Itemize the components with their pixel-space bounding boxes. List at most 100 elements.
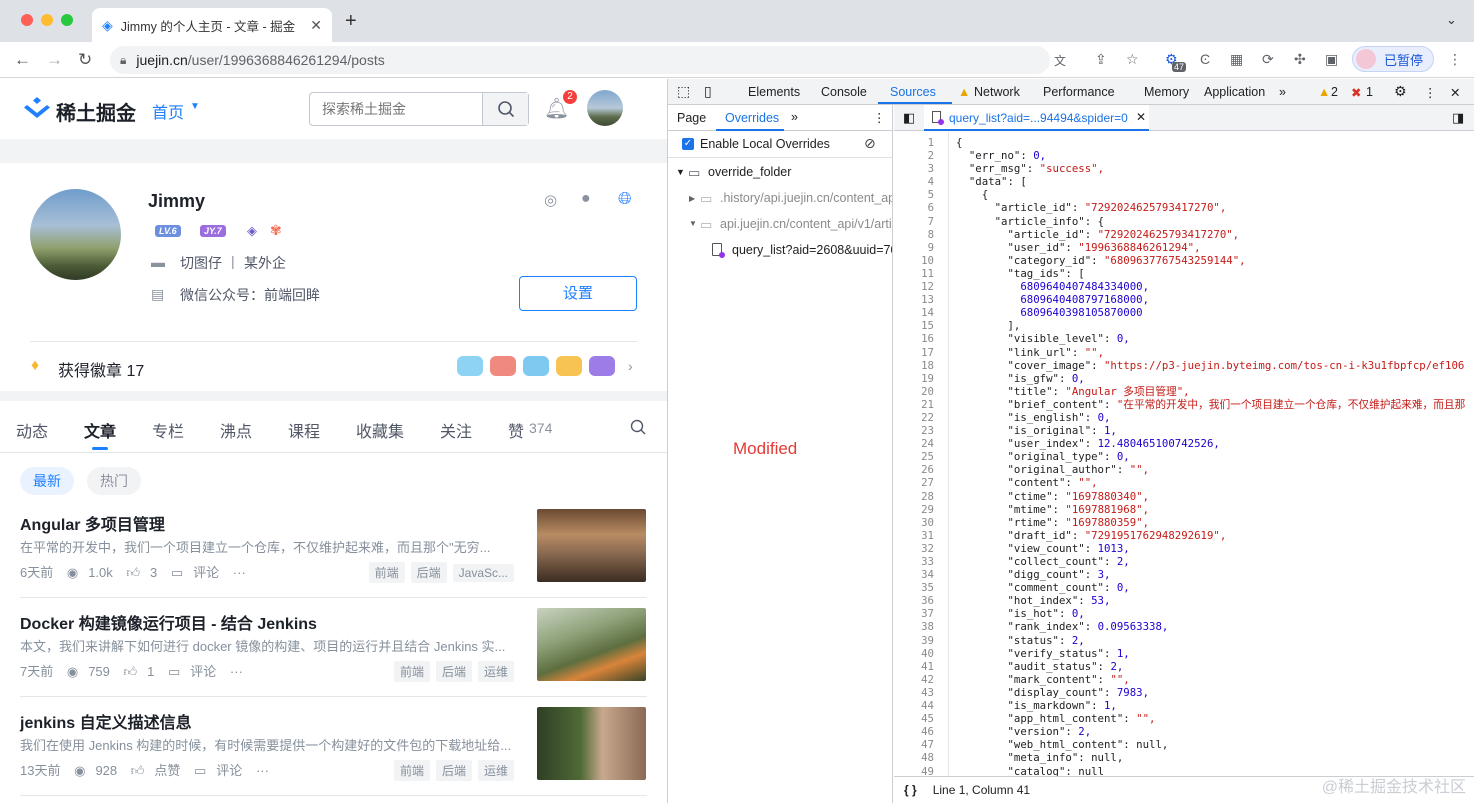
devtools-tab-application[interactable]: Application bbox=[1204, 85, 1265, 99]
article-item[interactable]: Docker 构建镜像运行项目 - 结合 Jenkins 本文，我们来讲解下如何… bbox=[0, 598, 667, 697]
tab-likes[interactable]: 赞 bbox=[508, 418, 524, 442]
tab-following[interactable]: 关注 bbox=[440, 418, 472, 442]
browser-tab[interactable]: ◈ Jimmy 的个人主页 - 文章 - 掘金 ✕ bbox=[92, 8, 332, 42]
article-title[interactable]: jenkins 自定义描述信息 bbox=[20, 709, 192, 733]
editor-file-tab[interactable]: query_list?aid=...94494&spider=0 ✕ bbox=[924, 105, 1149, 131]
tab-posts[interactable]: 文章 bbox=[84, 418, 116, 442]
code-line[interactable]: "comment_count": 0, bbox=[956, 581, 1465, 594]
tag[interactable]: 前端 bbox=[393, 760, 430, 781]
site-search-button[interactable] bbox=[482, 93, 528, 125]
code-line[interactable]: "version": 2, bbox=[956, 725, 1465, 738]
override-file[interactable]: query_list?aid=2608&uuid=70 bbox=[732, 243, 892, 257]
code-line[interactable]: "verify_status": 1, bbox=[956, 647, 1465, 660]
site-search-input[interactable] bbox=[310, 93, 482, 125]
code-line[interactable]: { bbox=[956, 136, 1465, 149]
warning-count[interactable]: 2 bbox=[1331, 85, 1338, 99]
code-line[interactable]: "original_type": 0, bbox=[956, 450, 1465, 463]
code-line[interactable]: "cover_image": "https://p3-juejin.byteim… bbox=[956, 359, 1465, 372]
site-logo-text[interactable]: 稀土掘金 bbox=[56, 97, 136, 126]
tab-search-chevron-icon[interactable]: ⌄ bbox=[1446, 12, 1457, 28]
more-icon[interactable]: ··· bbox=[233, 565, 246, 580]
nav-home-link[interactable]: 首页 bbox=[152, 99, 184, 123]
api-folder[interactable]: api.juejin.cn/content_api/v1/artic bbox=[720, 217, 892, 231]
share-icon[interactable]: ⇪ bbox=[1095, 51, 1107, 68]
code-line[interactable]: "original_author": "", bbox=[956, 463, 1465, 476]
nav-more-chevron-icon[interactable]: » bbox=[791, 110, 798, 124]
code-line[interactable]: "meta_info": null, bbox=[956, 751, 1465, 764]
website-globe-icon[interactable]: 🌐︎ bbox=[618, 189, 632, 209]
close-tab-icon[interactable]: ✕ bbox=[310, 17, 322, 34]
reload-icon[interactable]: ↻ bbox=[78, 50, 92, 70]
clear-overrides-icon[interactable]: ⊘ bbox=[864, 135, 876, 152]
code-line[interactable]: "display_count": 7983, bbox=[956, 686, 1465, 699]
juejin-logo-icon[interactable] bbox=[24, 97, 50, 119]
more-icon[interactable]: ··· bbox=[230, 664, 243, 679]
article-comment[interactable]: 评论 bbox=[190, 664, 216, 679]
nav-tab-page[interactable]: Page bbox=[677, 111, 706, 125]
code-line[interactable]: "web_html_content": null, bbox=[956, 738, 1465, 751]
medal-icons-row[interactable] bbox=[457, 356, 617, 378]
expand-triangle-icon[interactable]: ▼ bbox=[689, 219, 697, 228]
tag[interactable]: 前端 bbox=[368, 562, 405, 583]
code-line[interactable]: "tag_ids": [ bbox=[956, 267, 1465, 280]
tab-courses[interactable]: 课程 bbox=[288, 418, 320, 442]
forward-arrow-icon[interactable]: → bbox=[46, 50, 63, 70]
back-arrow-icon[interactable]: ← bbox=[14, 50, 31, 70]
devtools-close-icon[interactable]: ✕ bbox=[1450, 85, 1460, 100]
nav-tab-overrides[interactable]: Overrides bbox=[725, 111, 779, 125]
devtools-tab-sources[interactable]: Sources bbox=[890, 85, 936, 99]
tag[interactable]: 后端 bbox=[435, 760, 472, 781]
user-avatar[interactable] bbox=[587, 90, 623, 126]
toggle-navigator-icon[interactable]: ◧ bbox=[903, 110, 915, 126]
expand-triangle-icon[interactable]: ▼ bbox=[676, 167, 685, 177]
maximize-window-button[interactable] bbox=[61, 14, 73, 26]
site-search-box[interactable] bbox=[309, 92, 529, 126]
code-line[interactable]: "draft_id": "7291951762948292619", bbox=[956, 529, 1465, 542]
code-line[interactable]: ], bbox=[956, 319, 1465, 332]
enable-overrides-label[interactable]: Enable Local Overrides bbox=[700, 137, 830, 151]
article-title[interactable]: Docker 构建镜像运行项目 - 结合 Jenkins bbox=[20, 610, 317, 634]
code-line[interactable]: "user_id": "1996368846261294", bbox=[956, 241, 1465, 254]
code-line[interactable]: "status": 2, bbox=[956, 634, 1465, 647]
profile-paused-button[interactable]: 已暂停 bbox=[1352, 46, 1434, 72]
weibo-icon[interactable]: ◎ bbox=[544, 191, 557, 209]
article-title[interactable]: Angular 多项目管理 bbox=[20, 511, 165, 535]
article-likes[interactable]: 1 bbox=[147, 664, 154, 679]
article-likes[interactable]: 点赞 bbox=[154, 763, 180, 778]
devtools-tab-elements[interactable]: Elements bbox=[748, 85, 800, 99]
code-line[interactable]: "is_original": 1, bbox=[956, 424, 1465, 437]
history-folder[interactable]: .history/api.juejin.cn/content_ap bbox=[720, 191, 892, 205]
devtools-tab-performance[interactable]: Performance bbox=[1043, 85, 1115, 99]
code-line[interactable]: "article_info": { bbox=[956, 215, 1465, 228]
override-folder-root[interactable]: override_folder bbox=[708, 165, 791, 179]
code-line[interactable]: "title": "Angular 多项目管理", bbox=[956, 385, 1465, 398]
pretty-print-icon[interactable]: { } bbox=[904, 783, 917, 797]
tag[interactable]: 运维 bbox=[477, 760, 514, 781]
verified-badge-icon[interactable]: ◈ bbox=[247, 223, 257, 239]
level-badge[interactable]: LV.6 bbox=[155, 225, 181, 237]
more-tabs-chevron-icon[interactable]: » bbox=[1279, 85, 1286, 99]
tag[interactable]: 后端 bbox=[410, 562, 447, 583]
code-line[interactable]: "collect_count": 2, bbox=[956, 555, 1465, 568]
code-line[interactable]: "view_count": 1013, bbox=[956, 542, 1465, 555]
code-line[interactable]: "is_english": 0, bbox=[956, 411, 1465, 424]
tab-columns[interactable]: 专栏 bbox=[152, 418, 184, 442]
code-line[interactable]: "is_hot": 0, bbox=[956, 607, 1465, 620]
devtools-tab-network[interactable]: Network bbox=[974, 85, 1020, 99]
extension-sync-icon[interactable]: ⟳ bbox=[1262, 51, 1274, 68]
devtools-tab-memory[interactable]: Memory bbox=[1144, 85, 1189, 99]
code-line[interactable]: "ctime": "1697880340", bbox=[956, 490, 1465, 503]
devtools-menu-icon[interactable]: ⋮ bbox=[1424, 85, 1437, 100]
code-line[interactable]: "brief_content": "在平常的开发中，我们一个项目建立一个仓库，不… bbox=[956, 398, 1465, 411]
code-line[interactable]: "mark_content": "", bbox=[956, 673, 1465, 686]
tag[interactable]: 运维 bbox=[477, 661, 514, 682]
side-panel-icon[interactable]: ▣ bbox=[1325, 51, 1338, 68]
tab-pins[interactable]: 沸点 bbox=[220, 418, 252, 442]
code-line[interactable]: 6809640407484334000, bbox=[956, 280, 1465, 293]
like-thumb-icon[interactable]: 👍︎ bbox=[124, 664, 138, 679]
browser-menu-icon[interactable]: ⋮ bbox=[1448, 51, 1462, 68]
profile-settings-button[interactable]: 设置 bbox=[519, 276, 637, 311]
close-window-button[interactable] bbox=[21, 14, 33, 26]
article-likes[interactable]: 3 bbox=[150, 565, 157, 580]
devtools-tab-console[interactable]: Console bbox=[821, 85, 867, 99]
